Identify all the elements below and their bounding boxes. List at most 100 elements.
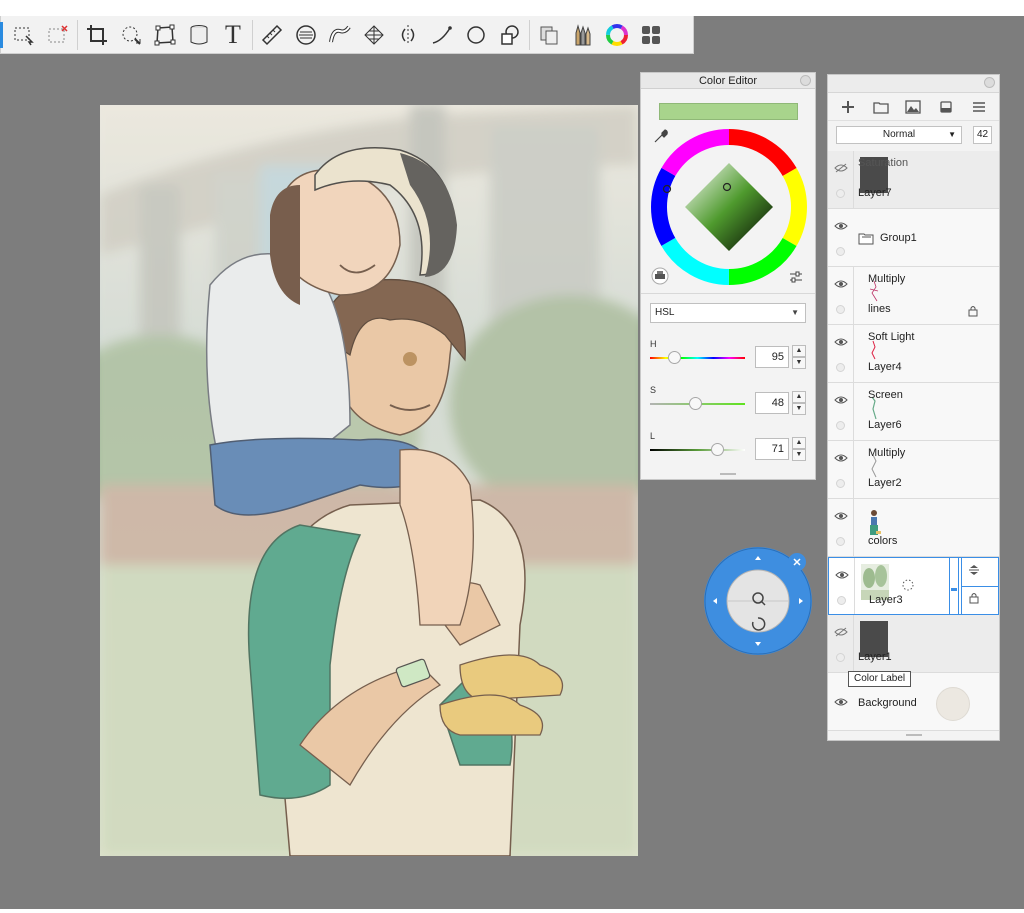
crop-tool[interactable] [80,18,114,52]
layer-side-divider [961,586,999,587]
color-label-dot[interactable] [836,537,845,546]
color-label-dot[interactable] [836,653,845,662]
chevron-up-icon[interactable]: ▲ [792,345,806,357]
opacity-field[interactable]: 42 [973,126,992,144]
lightness-value-field[interactable]: 71 [755,438,789,460]
layer-item-colors[interactable]: colors [828,499,999,557]
resize-grip[interactable] [720,473,736,475]
blend-mode-value: Normal [882,129,916,140]
layer-item-lines[interactable]: Multiply lines [828,267,999,325]
hue-stepper[interactable]: ▲ ▼ [792,345,806,369]
layer-item-layer4[interactable]: Soft Light Layer4 [828,325,999,383]
eye-icon[interactable] [834,511,848,521]
color-label-dot[interactable] [836,247,845,256]
hue-track[interactable] [650,357,745,359]
lock-icon[interactable] [969,592,979,604]
eye-icon[interactable] [834,279,848,289]
color-label-dot[interactable] [836,189,845,198]
brush-icon [575,23,591,45]
chevron-up-icon[interactable]: ▲ [792,391,806,403]
hue-slider-handle[interactable] [668,351,681,364]
eye-icon[interactable] [834,395,848,405]
menu-icon[interactable] [971,99,987,115]
close-icon[interactable] [800,75,811,86]
marquee-tool[interactable] [41,18,75,52]
saturation-value-field[interactable]: 48 [755,392,789,414]
lock-icon[interactable] [968,305,978,317]
layer-item-layer3[interactable]: Layer3 [828,557,999,615]
eye-icon[interactable] [834,221,848,231]
drawing-canvas[interactable] [100,105,638,856]
chevron-down-icon[interactable]: ▼ [792,357,806,369]
color-mode-select[interactable]: HSL ▼ [650,303,806,323]
color-label-dot[interactable] [836,421,845,430]
mirror-tool[interactable] [391,18,425,52]
folder-icon[interactable] [873,99,889,115]
move-updown-icon[interactable] [968,564,980,576]
color-label-dot[interactable] [836,363,845,372]
saturation-stepper[interactable]: ▲ ▼ [792,391,806,415]
eye-hidden-icon[interactable] [834,163,848,173]
add-layer-icon[interactable] [840,99,856,115]
layer-toolbar [828,93,999,121]
layer-side-divider [961,558,962,614]
text-tool[interactable]: T [216,18,250,52]
panels-tool[interactable] [634,18,668,52]
color-label-dot[interactable] [837,596,846,605]
color-editor-title[interactable]: Color Editor [641,73,815,89]
color-wheel-tool[interactable] [600,18,634,52]
ellipse-icon [467,25,485,44]
background-color-swatch[interactable] [936,687,970,721]
color-wheel[interactable] [651,129,807,285]
brush-tool[interactable] [566,18,600,52]
navigator-widget[interactable] [703,546,813,656]
mirror-icon [401,24,415,45]
image-layer-icon[interactable] [905,99,922,115]
layer-item-group1[interactable]: Group1 [828,209,999,267]
symmetry-tool[interactable] [289,18,323,52]
lightness-slider-handle[interactable] [711,443,724,456]
print-icon[interactable] [651,267,669,285]
lasso-tool[interactable] [114,18,148,52]
layer-item-layer6[interactable]: Screen Layer6 [828,383,999,441]
saturation-slider-handle[interactable] [689,397,702,410]
sliders-icon[interactable] [788,269,804,285]
eye-icon[interactable] [834,453,848,463]
blend-mode-select[interactable]: Normal ▼ [836,126,962,144]
current-color-swatch[interactable] [659,103,798,120]
shape-tool[interactable] [493,18,527,52]
layer-panel-header[interactable] [828,75,999,93]
eye-icon[interactable] [834,337,848,347]
perspective-tool[interactable] [357,18,391,52]
fill-tool[interactable] [182,18,216,52]
layer-blend-mode: Screen [868,389,903,401]
stroke-tool[interactable] [425,18,459,52]
eye-icon[interactable] [835,570,849,580]
panel-divider [641,293,815,294]
chevron-up-icon[interactable]: ▲ [792,437,806,449]
color-label-dot[interactable] [836,479,845,488]
lightness-track[interactable] [650,449,745,451]
layer-item-layer1[interactable]: Layer1 [828,615,999,673]
resize-grip[interactable] [905,734,922,736]
layer-item-layer2[interactable]: Multiply Layer2 [828,441,999,499]
copy-tool[interactable] [532,18,566,52]
chevron-down-icon[interactable]: ▼ [792,403,806,415]
ruler-tool[interactable] [255,18,289,52]
eye-hidden-icon[interactable] [834,627,848,637]
lightness-stepper[interactable]: ▲ ▼ [792,437,806,461]
color-label-dot[interactable] [836,305,845,314]
layer-divider [853,499,854,556]
transform-tool[interactable] [148,18,182,52]
curve-ruler-tool[interactable] [323,18,357,52]
eraser-icon[interactable] [938,99,954,115]
select-tool[interactable] [7,18,41,52]
chevron-down-icon[interactable]: ▼ [792,449,806,461]
hue-value-field[interactable]: 95 [755,346,789,368]
layer-list: Saturation Layer7 Group1 Multiply lines … [828,151,999,731]
ellipse-tool[interactable] [459,18,493,52]
close-icon[interactable] [984,77,995,88]
eye-icon[interactable] [834,697,848,707]
layer-opacity-strip[interactable] [949,558,959,614]
layer-item-layer7[interactable]: Saturation Layer7 [828,151,999,209]
